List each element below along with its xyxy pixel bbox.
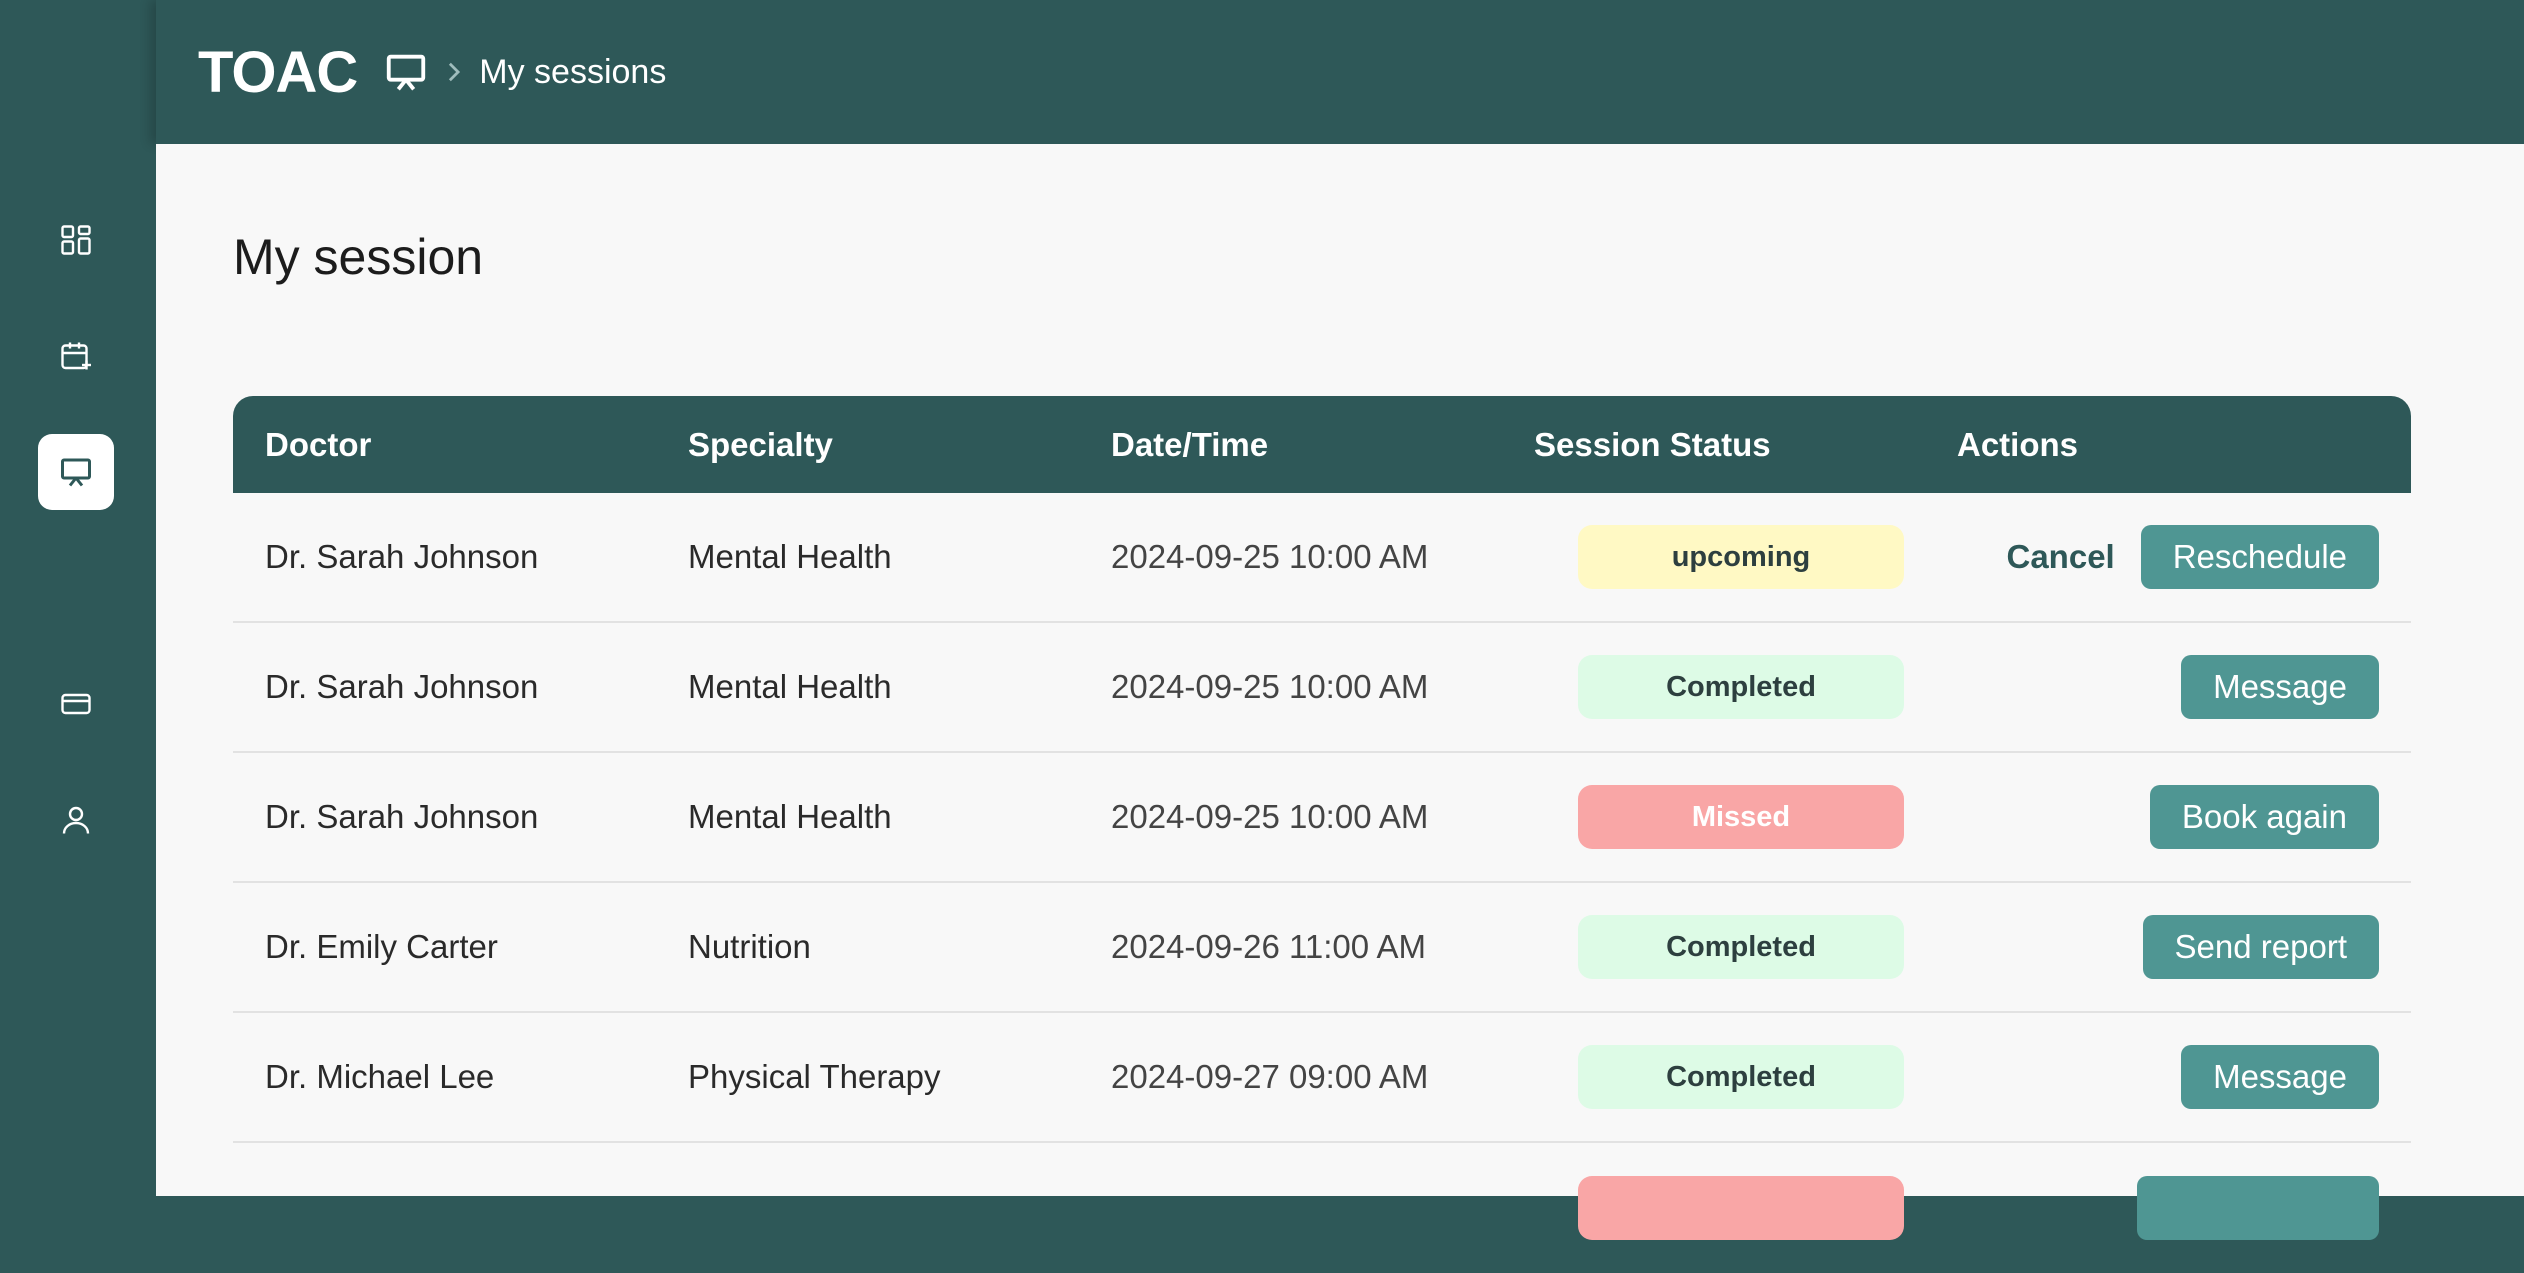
book-again-button[interactable]: Book again (2149, 785, 2379, 849)
column-header-status: Session Status (1534, 425, 1771, 463)
row-actions: Cancel Reschedule (2007, 525, 2379, 589)
status-badge: Completed (1578, 1045, 1904, 1109)
session-datetime: 2024-09-27 09:00 AM (1111, 1058, 1429, 1095)
column-header-specialty: Specialty (688, 425, 833, 463)
page-title: My session (233, 229, 484, 285)
message-button[interactable]: Message (2181, 655, 2379, 719)
app-logo[interactable]: TOAC (198, 39, 358, 106)
table-row: Dr. Sarah Johnson Mental Health 2024-09-… (233, 493, 2411, 623)
top-bar: TOAC My sessions (156, 0, 2524, 144)
sidebar (0, 0, 156, 1196)
doctor-name: Dr. Sarah Johnson (265, 538, 539, 575)
sessions-table: Doctor Specialty Date/Time Session Statu… (233, 396, 2411, 1273)
presentation-icon (383, 49, 429, 95)
row-action-button[interactable] (2137, 1176, 2379, 1240)
doctor-name: Dr. Sarah Johnson (265, 668, 539, 705)
row-actions: Message (2181, 1045, 2379, 1109)
doctor-name: Dr. Sarah Johnson (265, 798, 539, 835)
table-row: Dr. Emily Carter Nutrition 2024-09-26 11… (233, 883, 2411, 1013)
status-badge: Missed (1578, 785, 1904, 849)
specialty: Physical Therapy (688, 1058, 941, 1095)
sidebar-item-dashboard[interactable] (38, 202, 114, 278)
sidebar-item-book-session[interactable] (38, 318, 114, 394)
main-content: My session Doctor Specialty Date/Time Se… (156, 144, 2524, 1240)
row-actions (2137, 1176, 2379, 1240)
session-datetime: 2024-09-26 11:00 AM (1111, 928, 1426, 965)
send-report-button[interactable]: Send report (2142, 915, 2379, 979)
status-badge (1578, 1176, 1904, 1240)
row-actions: Send report (2142, 915, 2379, 979)
row-actions: Book again (2149, 785, 2379, 849)
breadcrumb-current: My sessions (479, 52, 667, 91)
table-row: Dr. Michael Lee Physical Therapy 2024-09… (233, 1013, 2411, 1143)
doctor-name: Dr. Emily Carter (265, 928, 498, 965)
table-header: Doctor Specialty Date/Time Session Statu… (233, 396, 2411, 493)
specialty: Nutrition (688, 928, 811, 965)
status-badge: Completed (1578, 655, 1904, 719)
table-row (233, 1143, 2411, 1273)
session-datetime: 2024-09-25 10:00 AM (1111, 668, 1429, 705)
message-button[interactable]: Message (2181, 1045, 2379, 1109)
row-actions: Message (2181, 655, 2379, 719)
specialty: Mental Health (688, 538, 892, 575)
specialty: Mental Health (688, 798, 892, 835)
reschedule-button[interactable]: Reschedule (2140, 525, 2379, 589)
sidebar-item-my-sessions[interactable] (38, 434, 114, 510)
calendar-plus-icon (61, 342, 91, 370)
session-datetime: 2024-09-25 10:00 AM (1111, 798, 1429, 835)
presentation-icon (61, 458, 91, 487)
user-icon (62, 806, 90, 834)
cancel-button[interactable]: Cancel (2007, 538, 2115, 576)
dashboard-grid-icon (61, 225, 91, 255)
session-datetime: 2024-09-25 10:00 AM (1111, 538, 1429, 575)
column-header-doctor: Doctor (265, 425, 372, 463)
doctor-name: Dr. Michael Lee (265, 1058, 495, 1095)
status-badge: Completed (1578, 915, 1904, 979)
table-row: Dr. Sarah Johnson Mental Health 2024-09-… (233, 753, 2411, 883)
column-header-datetime: Date/Time (1111, 425, 1269, 463)
credit-card-icon (61, 693, 91, 715)
column-header-actions: Actions (1957, 425, 2079, 463)
specialty: Mental Health (688, 668, 892, 705)
sidebar-item-payments[interactable] (38, 666, 114, 742)
status-badge: upcoming (1578, 525, 1904, 589)
sidebar-item-profile[interactable] (38, 782, 114, 858)
chevron-right-icon (447, 60, 465, 84)
table-row: Dr. Sarah Johnson Mental Health 2024-09-… (233, 623, 2411, 753)
